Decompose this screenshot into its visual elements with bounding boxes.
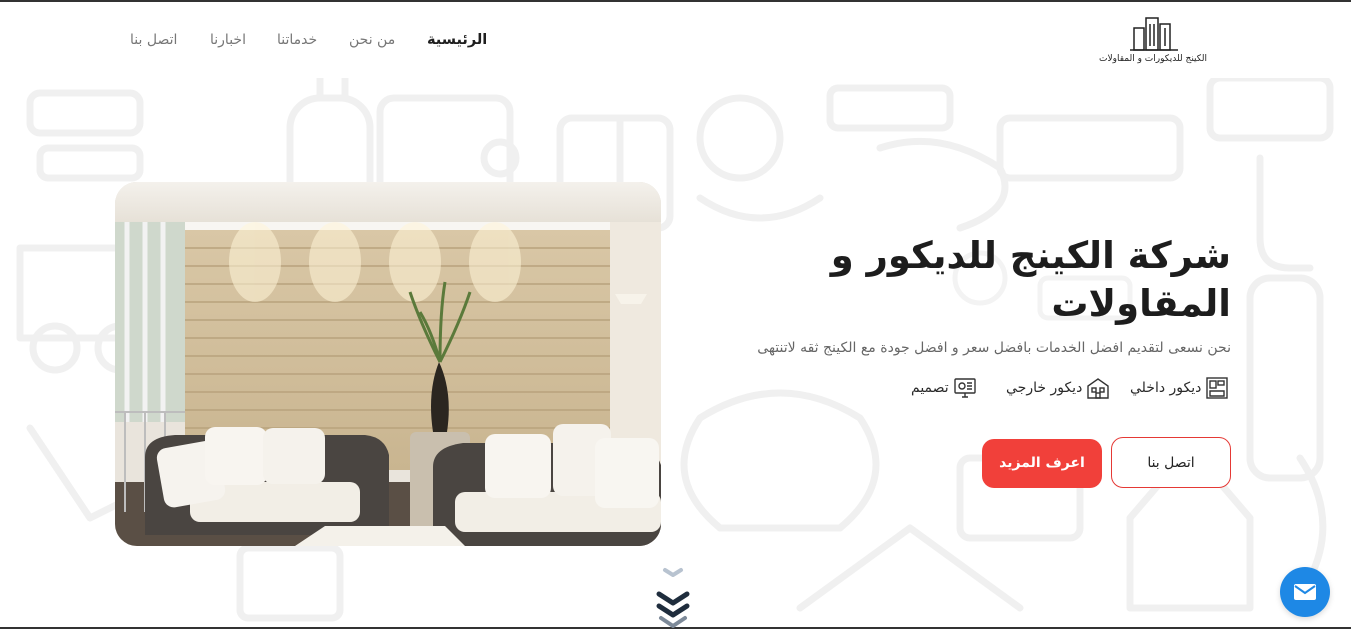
feature-interior-label: ديكور داخلي [1130, 380, 1202, 396]
mail-fab-button[interactable] [1280, 567, 1330, 617]
logo-text: الكينج للديكورات و المقاولات [1099, 54, 1207, 64]
interior-decor-icon [1206, 377, 1229, 399]
hero-image [115, 182, 661, 546]
feature-interior: ديكور داخلي [1130, 376, 1229, 400]
feature-design-label: تصميم [911, 380, 949, 396]
site-header: الكينج للديكورات و المقاولات الرئيسية من… [0, 2, 1351, 78]
learn-more-button[interactable]: اعرف المزيد [982, 439, 1102, 488]
hero-subtitle: نحن نسعى لتقديم افضل الخدمات بافضل سعر و… [757, 340, 1231, 356]
living-room-illustration [115, 182, 661, 546]
nav-item-contact[interactable]: اتصل بنا [130, 32, 177, 48]
feature-design: تصميم [911, 376, 977, 400]
site-logo[interactable]: الكينج للديكورات و المقاولات [1098, 16, 1208, 68]
exterior-decor-icon [1087, 378, 1110, 399]
nav-item-home[interactable]: الرئيسية [427, 32, 487, 48]
building-logo-icon [1130, 17, 1178, 51]
nav-item-services[interactable]: خدماتنا [277, 32, 317, 48]
nav-item-about[interactable]: من نحن [349, 32, 395, 48]
contact-button[interactable]: اتصل بنا [1111, 437, 1231, 488]
nav-item-news[interactable]: اخبارنا [210, 32, 246, 48]
chevron-down-icon[interactable] [653, 566, 693, 628]
hero-title: شركة الكينج للديكور و المقاولات [830, 234, 1231, 325]
feature-exterior: ديكور خارجي [1006, 376, 1110, 400]
feature-exterior-label: ديكور خارجي [1006, 380, 1083, 396]
design-monitor-icon [953, 378, 976, 398]
mail-icon [1294, 584, 1316, 600]
